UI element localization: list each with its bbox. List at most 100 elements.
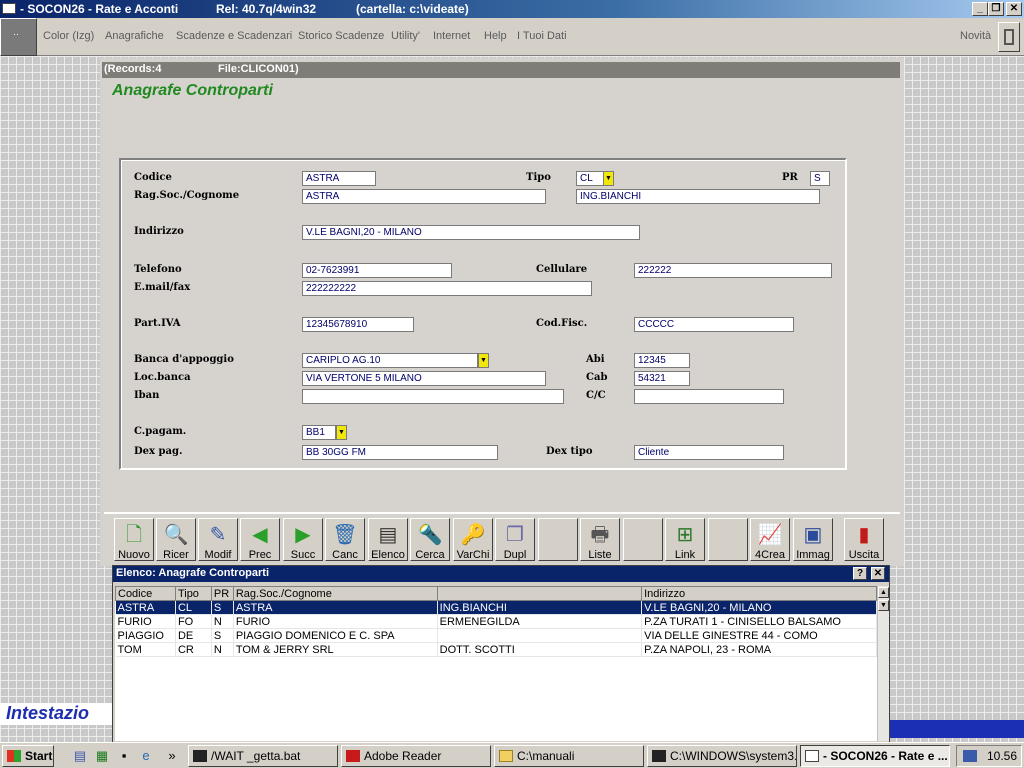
cell-ragsoc: ASTRA	[233, 600, 438, 615]
menu-color[interactable]: Color (Izg)	[43, 30, 94, 42]
column-header-ragsoc2[interactable]	[436, 586, 643, 601]
menu-utility[interactable]: Utility'	[391, 30, 420, 42]
iban-field[interactable]	[302, 389, 564, 404]
task-socon26[interactable]: - SOCON26 - Rate e ...	[800, 745, 950, 767]
locbanca-field[interactable]: VIA VERTONE 5 MILANO	[302, 371, 546, 386]
succ-button[interactable]: ▶ Succ	[283, 518, 323, 561]
chart-icon: 📈	[757, 524, 783, 546]
tipo-dropdown-icon[interactable]: ▼	[603, 171, 614, 186]
column-header-tipo[interactable]: Tipo	[174, 586, 212, 601]
cpagam-dropdown-icon[interactable]: ▼	[336, 425, 347, 440]
novita-button[interactable]	[998, 22, 1020, 52]
empty-button-2[interactable]	[623, 518, 663, 561]
new-document-icon: 🗋	[125, 524, 143, 546]
banca-field[interactable]: CARIPLO AG.10	[302, 353, 478, 368]
cell-ragsoc2	[437, 628, 643, 643]
quicklaunch-doc-icon[interactable]: ▤	[72, 748, 88, 764]
ricer-button[interactable]: 🔍 Ricer	[156, 518, 196, 561]
menu-internet[interactable]: Internet	[433, 30, 470, 42]
ragsoc-field[interactable]: ASTRA	[302, 189, 546, 204]
uscita-button[interactable]: ▮ Uscita	[844, 518, 884, 561]
modif-button[interactable]: ✎ Modif	[198, 518, 238, 561]
cab-field[interactable]: 54321	[634, 371, 690, 386]
dupl-button[interactable]: ❐ Dupl	[495, 518, 535, 561]
cell-pr: S	[211, 628, 234, 643]
canc-button[interactable]: 🗑 Canc	[325, 518, 365, 561]
telefono-field[interactable]: 02-7623991	[302, 263, 452, 278]
email-field[interactable]: 222222222	[302, 281, 592, 296]
list-close-button[interactable]: ✕	[871, 567, 885, 580]
prec-button[interactable]: ◀ Prec	[240, 518, 280, 561]
cpagam-field[interactable]: BB1	[302, 425, 336, 440]
menu-storico-scadenze[interactable]: Storico Scadenze	[298, 30, 384, 42]
quicklaunch-excel-icon[interactable]: ▦	[94, 748, 110, 764]
column-header-ragsoc[interactable]: Rag.Soc./Cognome	[232, 586, 438, 601]
menu-anagrafiche[interactable]: Anagrafiche	[105, 30, 164, 42]
liste-button[interactable]: 🖶 Liste	[580, 518, 620, 561]
cell-tipo: CR	[175, 642, 212, 657]
help-button[interactable]: ?	[853, 567, 867, 580]
cell-codice: FURIO	[115, 614, 176, 629]
task-system32[interactable]: C:\WINDOWS\system3...	[647, 745, 797, 767]
telefono-label: Telefono	[134, 264, 182, 275]
restore-button[interactable]: ❐	[988, 2, 1004, 16]
varchi-button[interactable]: 🔑 VarChi	[453, 518, 493, 561]
quicklaunch-cmd-icon[interactable]: ▪	[116, 748, 132, 764]
menu-novita[interactable]: Novità	[960, 30, 991, 42]
tipo-field[interactable]: CL	[576, 171, 604, 186]
tray-network-icon[interactable]	[963, 750, 977, 762]
4crea-button[interactable]: 📈 4Crea	[750, 518, 790, 561]
link-button[interactable]: ⊞ Link	[665, 518, 705, 561]
quicklaunch-ie-icon[interactable]: e	[138, 748, 154, 764]
abi-field[interactable]: 12345	[634, 353, 690, 368]
list-scrollbar[interactable]: ▲ ▼	[877, 586, 889, 741]
task-wait-getta[interactable]: /WAIT _getta.bat	[188, 745, 338, 767]
cell-ragsoc2: DOTT. SCOTTI	[437, 642, 643, 657]
table-row[interactable]: FURIO FO N FURIO ERMENEGILDA P.ZA TURATI 1 - …	[115, 614, 877, 629]
quicklaunch-overflow-icon[interactable]: »	[164, 748, 180, 764]
menu-scadenze[interactable]: Scadenze e Scadenzari	[176, 30, 292, 42]
banca-dropdown-icon[interactable]: ▼	[478, 353, 489, 368]
cell-ragsoc: FURIO	[233, 614, 438, 629]
nuovo-button[interactable]: 🗋 Nuovo	[114, 518, 154, 561]
codfisc-field[interactable]: CCCCC	[634, 317, 794, 332]
task-manuali[interactable]: C:\manuali	[494, 745, 644, 767]
dextipo-field[interactable]: Cliente	[634, 445, 784, 460]
cc-field[interactable]	[634, 389, 784, 404]
column-header-pr[interactable]: PR	[210, 586, 234, 601]
start-button[interactable]: Start	[2, 745, 54, 767]
menu-help[interactable]: Help	[484, 30, 507, 42]
ragsoc2-field[interactable]: ING.BIANCHI	[576, 189, 820, 204]
minimize-button[interactable]: _	[972, 2, 988, 16]
form-title: Anagrafe Controparti	[112, 82, 273, 99]
task-adobe-reader[interactable]: Adobe Reader	[341, 745, 491, 767]
cell-ragsoc2: ERMENEGILDA	[437, 614, 643, 629]
indirizzo-label: Indirizzo	[134, 226, 184, 237]
menu-tuoi-dati[interactable]: I Tuoi Dati	[517, 30, 567, 42]
elenco-button[interactable]: ▤ Elenco	[368, 518, 408, 561]
empty-button-1[interactable]	[538, 518, 578, 561]
cellulare-field[interactable]: 222222	[634, 263, 832, 278]
cab-label: Cab	[586, 372, 608, 383]
close-button[interactable]: ✕	[1006, 2, 1022, 16]
list-title-bar: Elenco: Anagrafe Controparti ? ✕	[113, 566, 889, 582]
scroll-up-icon[interactable]: ▲	[878, 587, 889, 598]
empty-button-3[interactable]	[708, 518, 748, 561]
piva-field[interactable]: 12345678910	[302, 317, 414, 332]
edit-icon: ✎	[209, 524, 227, 546]
table-row[interactable]: PIAGGIO DE S PIAGGIO DOMENICO E C. SPA VIA D…	[115, 628, 877, 643]
pr-field[interactable]: S	[810, 171, 830, 186]
scroll-down-icon[interactable]: ▼	[878, 600, 889, 611]
codice-field[interactable]: ASTRA	[302, 171, 376, 186]
immag-button[interactable]: ▣ Immag	[793, 518, 833, 561]
column-header-indirizzo[interactable]: Indirizzo	[641, 586, 877, 601]
app-menu-button[interactable]: ‥	[0, 18, 37, 56]
indirizzo-field[interactable]: V.LE BAGNI,20 - MILANO	[302, 225, 640, 240]
column-header-codice[interactable]: Codice	[115, 586, 176, 601]
clock[interactable]: 10.56	[987, 746, 1017, 766]
codice-label: Codice	[134, 172, 172, 183]
table-row[interactable]: TOM CR N TOM & JERRY SRL DOTT. SCOTTI P.ZA NA…	[115, 642, 877, 657]
cerca-button[interactable]: 🔦 Cerca	[410, 518, 450, 561]
dexpag-field[interactable]: BB 30GG FM	[302, 445, 498, 460]
table-row[interactable]: ASTRA CL S ASTRA ING.BIANCHI V.LE BAGNI,20 - …	[115, 600, 877, 615]
